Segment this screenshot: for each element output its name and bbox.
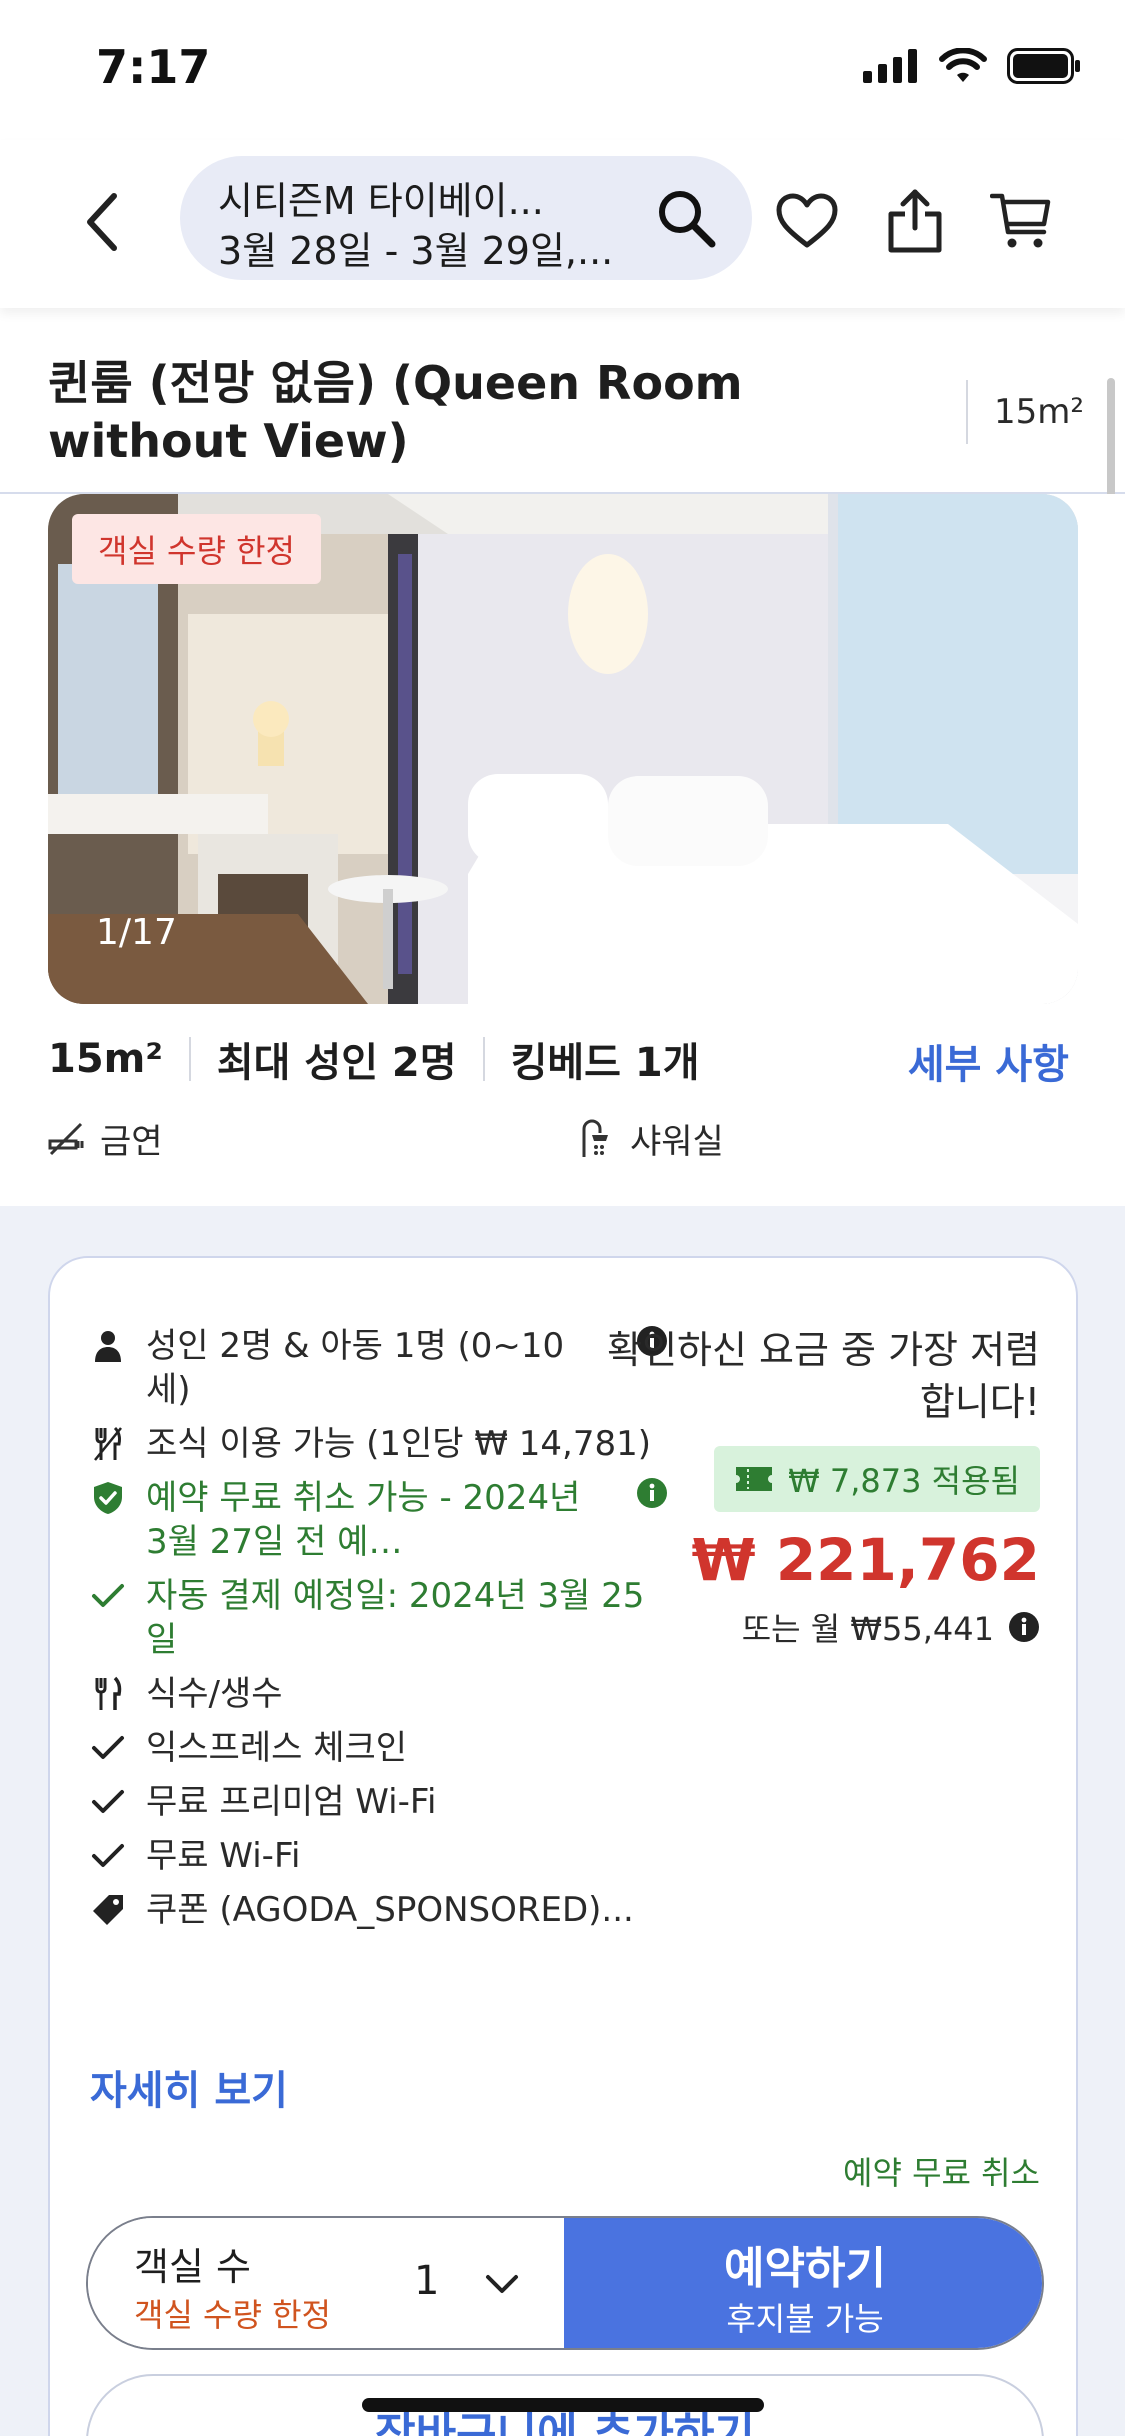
favorite-button[interactable] <box>772 186 842 256</box>
feature-text: 식수/생수 <box>146 1674 283 1714</box>
room-info-section: 객실 수량 한정 1/17 15m² 최대 성인 2명 킹베드 1개 세부 사항… <box>0 494 1125 1206</box>
offer-features: 성인 2명 & 아동 1명 (0~10세) 조식 이용 가능 (1인당 ₩ 14… <box>88 1324 668 1942</box>
shield-check-icon <box>94 1482 122 1514</box>
battery-icon <box>1007 48 1080 84</box>
amenity-label: 샤워실 <box>630 1122 724 1162</box>
status-icons <box>863 48 1081 84</box>
divider <box>966 380 968 444</box>
feature-water: 식수/생수 <box>88 1672 668 1716</box>
room-count-note: 객실 수량 한정 <box>134 2296 331 2334</box>
info-icon[interactable] <box>1008 1611 1040 1643</box>
room-size: 15m² <box>994 392 1085 432</box>
stay-dates: 3월 28일 - 3월 29일,... <box>218 229 614 273</box>
monthly-price: 또는 월 ₩55,441 <box>600 1604 1040 1650</box>
amenity-non-smoking: 금연 <box>48 1114 163 1163</box>
feature-free-cancellation: 예약 무료 취소 가능 - 2024년 3월 27일 전 예… <box>88 1476 668 1564</box>
status-time: 7:17 <box>96 40 211 94</box>
room-count-label: 객실 수 <box>134 2245 251 2289</box>
person-icon <box>95 1331 121 1362</box>
cart-button[interactable] <box>986 186 1056 256</box>
check-icon <box>92 1584 124 1607</box>
feature-breakfast: 조식 이용 가능 (1인당 ₩ 14,781) <box>88 1422 668 1466</box>
ticket-icon <box>736 1467 773 1491</box>
best-rate-message: 확인하신 요금 중 가장 저렴합니다! <box>607 1328 1040 1424</box>
feature-text: 예약 무료 취소 가능 - 2024년 3월 27일 전 예… <box>146 1478 581 1562</box>
amenity-label: 금연 <box>100 1122 163 1162</box>
feature-text: 익스프레스 체크인 <box>146 1728 408 1768</box>
free-cancellation-label: 예약 무료 취소 <box>843 2154 1040 2192</box>
reserve-label: 예약하기 <box>724 2243 886 2294</box>
spec-bed: 킹베드 1개 <box>510 1040 700 1086</box>
signal-icon <box>863 49 917 83</box>
spec-occupancy: 최대 성인 2명 <box>216 1040 457 1086</box>
reserve-sublabel: 후지불 가능 <box>726 2300 884 2338</box>
check-icon <box>92 1844 124 1867</box>
check-icon <box>92 1736 124 1759</box>
feature-text: 성인 2명 & 아동 1명 (0~10세) <box>146 1326 565 1410</box>
limited-availability-badge: 객실 수량 한정 <box>72 514 321 584</box>
feature-text: 쿠폰 (AGODA_SPONSORED)... <box>146 1890 634 1930</box>
rate-offer-card: 성인 2명 & 아동 1명 (0~10세) 조식 이용 가능 (1인당 ₩ 14… <box>48 1256 1078 2436</box>
room-amenities: 금연 샤워실 <box>48 1114 1078 1174</box>
divider <box>482 1037 485 1081</box>
cutlery-icon <box>95 1676 122 1710</box>
room-title: 퀸룸 (전망 없음) (Queen Room without View) <box>48 356 743 468</box>
feature-premium-wifi: 무료 프리미엄 Wi-Fi <box>88 1780 668 1824</box>
room-title-bar: 퀸룸 (전망 없음) (Queen Room without View) 15m… <box>0 308 1125 494</box>
feature-text: 무료 Wi-Fi <box>146 1836 301 1876</box>
feature-text: 무료 프리미엄 Wi-Fi <box>146 1782 437 1822</box>
status-bar: 7:17 <box>0 0 1125 140</box>
hotel-name: 시티즌M 타이베이... <box>218 179 544 223</box>
shower-icon <box>582 1119 608 1157</box>
check-icon <box>92 1790 124 1813</box>
price: ₩ 221,762 <box>691 1526 1040 1594</box>
photo-counter: 1/17 <box>96 912 177 953</box>
search-summary-pill[interactable]: 시티즌M 타이베이... 3월 28일 - 3월 29일,... <box>180 156 752 280</box>
feature-express-checkin: 익스프레스 체크인 <box>88 1726 668 1770</box>
chevron-down-icon <box>486 2275 518 2293</box>
amenity-shower: 샤워실 <box>578 1114 724 1163</box>
search-icon[interactable] <box>654 186 718 250</box>
booking-row: 객실 수 객실 수량 한정 1 예약하기 후지불 가능 <box>86 2216 1044 2350</box>
feature-coupon: 쿠폰 (AGODA_SPONSORED)... <box>88 1888 668 1932</box>
room-specs: 15m² 최대 성인 2명 킹베드 1개 <box>48 1030 700 1088</box>
reserve-button[interactable]: 예약하기 후지불 가능 <box>564 2218 1042 2348</box>
feature-text: 조식 이용 가능 (1인당 ₩ 14,781) <box>146 1424 652 1464</box>
room-photo[interactable]: 객실 수량 한정 1/17 <box>48 494 1078 1004</box>
wifi-icon <box>939 48 987 82</box>
top-nav-bar: 시티즌M 타이베이... 3월 28일 - 3월 29일,... <box>0 140 1125 308</box>
share-button[interactable] <box>880 186 950 256</box>
details-link[interactable]: 세부 사항 <box>908 1032 1069 1090</box>
heart-icon <box>776 193 838 248</box>
room-quantity: 1 <box>414 2258 440 2304</box>
chevron-left-icon <box>87 193 117 251</box>
feature-text: 자동 결제 예정일: 2024년 3월 25일 <box>146 1576 645 1660</box>
home-indicator[interactable] <box>362 2398 764 2412</box>
room-count-selector[interactable]: 객실 수 객실 수량 한정 1 <box>88 2218 564 2348</box>
feature-wifi: 무료 Wi-Fi <box>88 1834 668 1878</box>
coupon-amount: ₩ 7,873 적용됨 <box>788 1462 1020 1500</box>
no-smoking-icon <box>48 1122 84 1155</box>
feature-auto-payment: 자동 결제 예정일: 2024년 3월 25일 <box>88 1574 668 1662</box>
monthly-price-text: 또는 월 ₩55,441 <box>741 1610 994 1648</box>
share-icon <box>888 189 942 253</box>
back-button[interactable] <box>62 182 142 262</box>
feature-occupancy: 성인 2명 & 아동 1명 (0~10세) <box>88 1324 668 1412</box>
cutlery-icon <box>94 1426 122 1461</box>
coupon-applied-badge: ₩ 7,873 적용됨 <box>714 1446 1040 1512</box>
tag-icon <box>93 1895 123 1925</box>
divider <box>188 1037 191 1081</box>
price-column: 확인하신 요금 중 가장 저렴합니다! ₩ 7,873 적용됨 ₩ 221,76… <box>600 1324 1040 1650</box>
spec-size: 15m² <box>48 1036 163 1082</box>
see-more-link[interactable]: 자세히 보기 <box>90 2058 288 2116</box>
cart-icon <box>990 193 1051 248</box>
